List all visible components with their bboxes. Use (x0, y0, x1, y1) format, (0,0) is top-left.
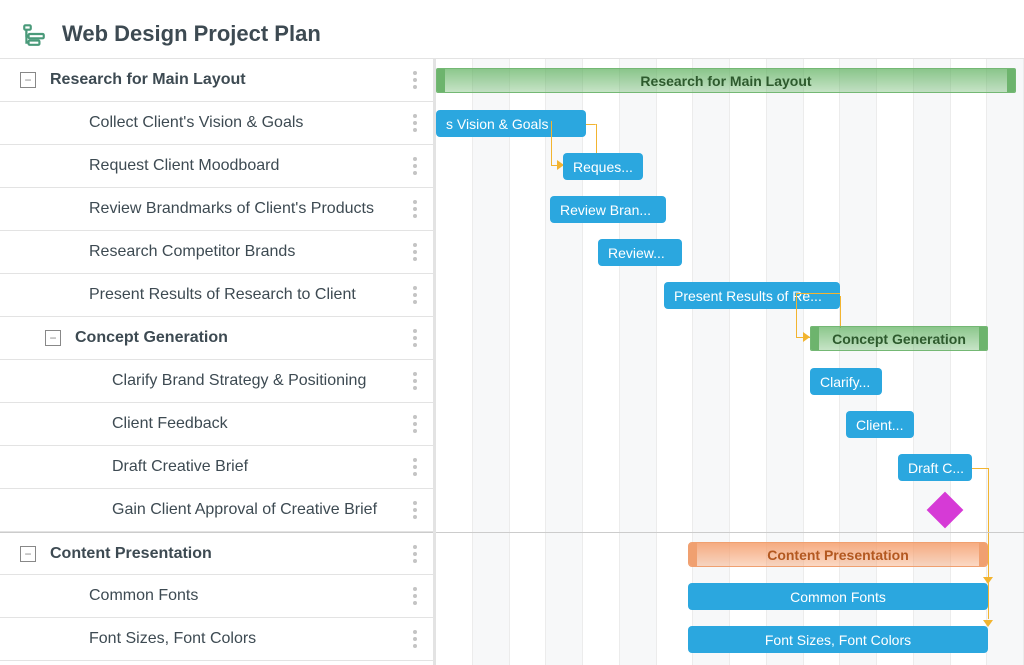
gantt-group-bar[interactable]: Concept Generation (810, 326, 988, 351)
task-row[interactable]: Client Feedback (0, 403, 433, 446)
gantt-task-bar[interactable]: Draft C... (898, 454, 972, 481)
task-label: Clarify Brand Strategy & Positioning (112, 372, 405, 390)
task-row[interactable]: Request Client Moodboard (0, 145, 433, 188)
task-label: Gain Client Approval of Creative Brief (112, 501, 405, 519)
project-icon (20, 20, 48, 48)
group-row-concept[interactable]: − Concept Generation (0, 317, 433, 360)
group-label: Concept Generation (75, 329, 405, 347)
more-icon[interactable] (405, 626, 425, 652)
more-icon[interactable] (405, 153, 425, 179)
page-title: Web Design Project Plan (62, 21, 321, 47)
group-row-content[interactable]: − Content Presentation (0, 532, 433, 575)
task-row[interactable]: Font Sizes, Font Colors (0, 618, 433, 661)
gantt-task-bar[interactable]: Clarify... (810, 368, 882, 395)
task-row[interactable]: Draft Creative Brief (0, 446, 433, 489)
collapse-toggle[interactable]: − (20, 546, 36, 562)
more-icon[interactable] (405, 239, 425, 265)
gantt-task-bar[interactable]: Review... (598, 239, 682, 266)
more-icon[interactable] (405, 368, 425, 394)
task-label: Research Competitor Brands (89, 243, 405, 261)
more-icon[interactable] (405, 497, 425, 523)
gantt-task-bar[interactable]: Review Bran... (550, 196, 666, 223)
gantt-group-bar[interactable]: Content Presentation (688, 542, 988, 567)
more-icon[interactable] (405, 541, 425, 567)
more-icon[interactable] (405, 583, 425, 609)
task-label: Present Results of Research to Client (89, 286, 405, 304)
more-icon[interactable] (405, 411, 425, 437)
task-row[interactable]: Collect Client's Vision & Goals (0, 102, 433, 145)
gantt-task-bar[interactable]: Reques... (563, 153, 643, 180)
task-list: − Research for Main Layout Collect Clien… (0, 59, 433, 665)
more-icon[interactable] (405, 67, 425, 93)
gantt-task-bar[interactable]: Present Results of Re... (664, 282, 840, 309)
header: Web Design Project Plan (0, 0, 1024, 58)
group-label: Content Presentation (50, 545, 405, 563)
task-label: Common Fonts (89, 587, 405, 605)
task-row[interactable]: Present Results of Research to Client (0, 274, 433, 317)
task-row[interactable]: Common Fonts (0, 575, 433, 618)
task-row[interactable]: Review Brandmarks of Client's Products (0, 188, 433, 231)
collapse-toggle[interactable]: − (20, 72, 36, 88)
task-row[interactable]: Research Competitor Brands (0, 231, 433, 274)
gantt-group-bar[interactable]: Research for Main Layout (436, 68, 1016, 93)
more-icon[interactable] (405, 196, 425, 222)
more-icon[interactable] (405, 282, 425, 308)
task-row[interactable]: Gain Client Approval of Creative Brief (0, 489, 433, 532)
group-label: Research for Main Layout (50, 71, 405, 89)
gantt-task-bar[interactable]: Client... (846, 411, 914, 438)
task-label: Request Client Moodboard (89, 157, 405, 175)
gantt-task-bar[interactable]: Font Sizes, Font Colors (688, 626, 988, 653)
gantt-task-bar[interactable]: Common Fonts (688, 583, 988, 610)
more-icon[interactable] (405, 325, 425, 351)
task-label: Collect Client's Vision & Goals (89, 114, 405, 132)
more-icon[interactable] (405, 110, 425, 136)
milestone-icon[interactable] (927, 492, 964, 529)
gantt-chart[interactable]: Research for Main Layout s Vision & Goal… (433, 59, 1024, 665)
more-icon[interactable] (405, 454, 425, 480)
group-row-research[interactable]: − Research for Main Layout (0, 59, 433, 102)
task-label: Client Feedback (112, 415, 405, 433)
task-label: Font Sizes, Font Colors (89, 630, 405, 648)
task-row[interactable]: Clarify Brand Strategy & Positioning (0, 360, 433, 403)
collapse-toggle[interactable]: − (45, 330, 61, 346)
gantt-task-bar[interactable]: s Vision & Goals (436, 110, 586, 137)
task-label: Draft Creative Brief (112, 458, 405, 476)
task-label: Review Brandmarks of Client's Products (89, 200, 405, 218)
